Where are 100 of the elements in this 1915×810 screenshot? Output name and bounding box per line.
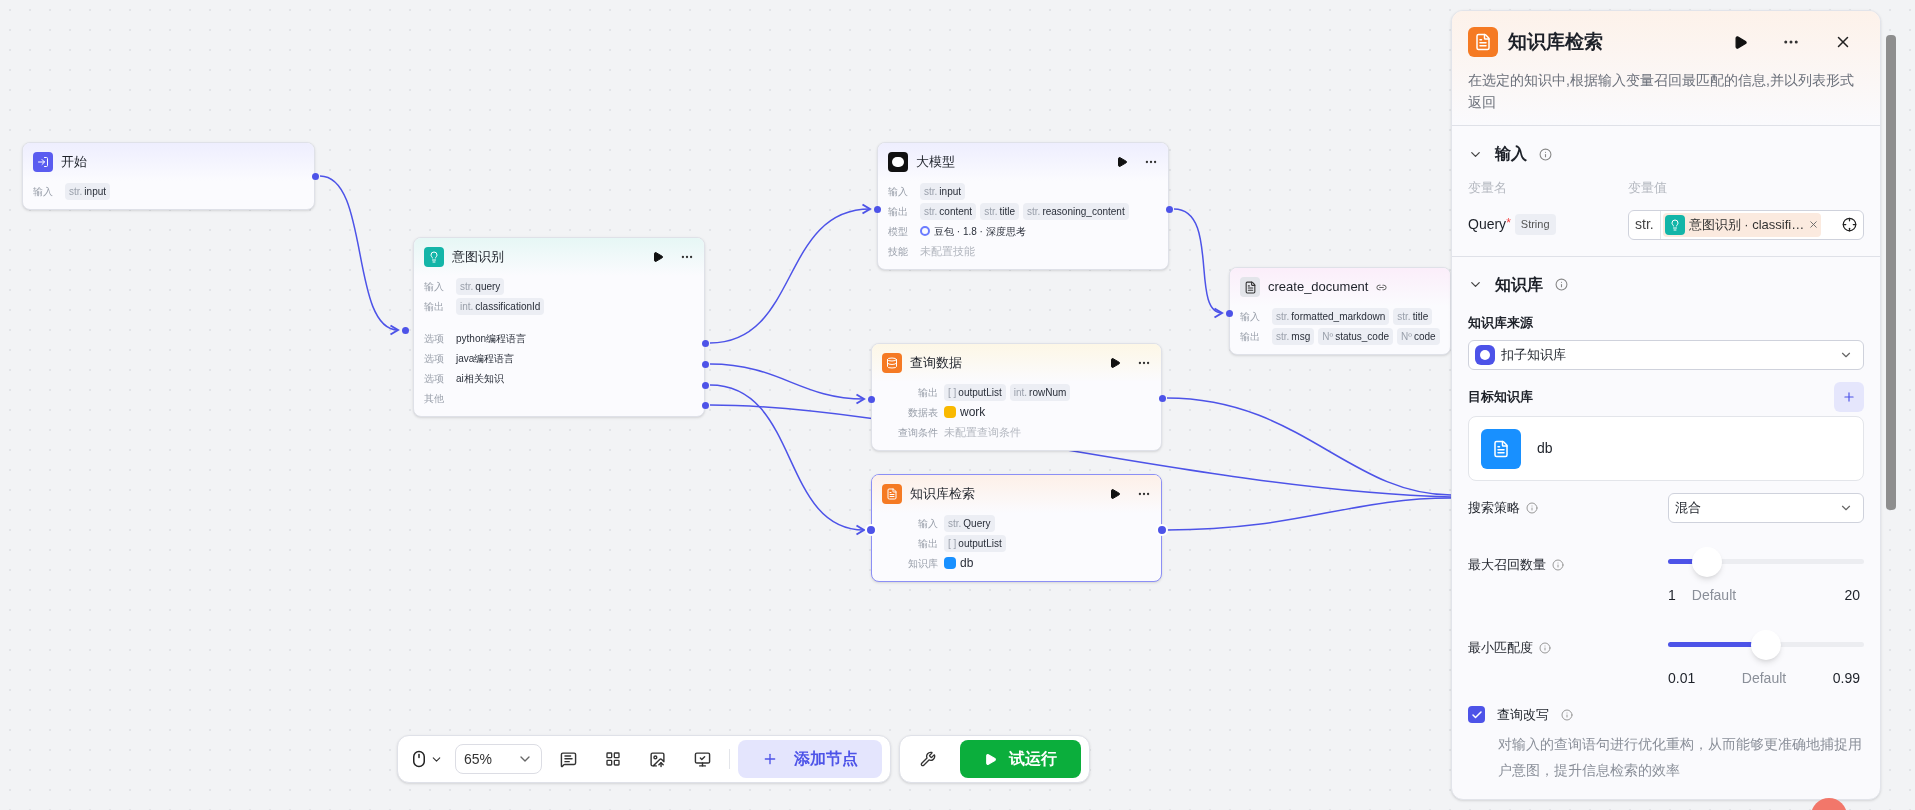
- info-icon: [1539, 147, 1552, 161]
- reference-tag[interactable]: 意图识别 · classifi…: [1662, 212, 1822, 237]
- variable-chip: int. classificationId: [456, 297, 545, 315]
- zoom-select[interactable]: 65%: [455, 744, 542, 774]
- connection-port[interactable]: [701, 339, 709, 347]
- field-label: 最大召回数量: [1468, 556, 1546, 574]
- select-value: 混合: [1675, 499, 1701, 518]
- remove-icon[interactable]: [1808, 219, 1820, 230]
- run-icon[interactable]: [1116, 156, 1128, 168]
- mouse-icon[interactable]: [410, 750, 428, 768]
- connection-port[interactable]: [701, 381, 709, 389]
- connection-port[interactable]: [401, 326, 409, 334]
- slider-default: Default: [1691, 586, 1737, 605]
- wrench-icon[interactable]: [920, 751, 936, 767]
- variable-chip: str. title: [980, 202, 1020, 220]
- option-text: python编程语言: [456, 331, 527, 346]
- variable-chip: str. msg: [1272, 327, 1315, 345]
- workflow-node[interactable]: 知识库检索 输入 str. Query 输出 [ ] outputList 知识库 db: [871, 474, 1162, 582]
- play-icon: [984, 752, 997, 766]
- node-title: 大模型: [916, 153, 955, 172]
- run-icon[interactable]: [1109, 357, 1121, 369]
- comment-icon[interactable]: [560, 750, 577, 768]
- connection-port[interactable]: [311, 172, 319, 180]
- grid-icon[interactable]: [605, 751, 621, 767]
- checkbox[interactable]: [1468, 706, 1485, 724]
- workflow-node[interactable]: 查询数据 输出 [ ] outputList int. rowNum 数据表 work 查询条件 未配置查询条件: [871, 343, 1162, 451]
- section-title: 输入: [1495, 144, 1527, 164]
- connection-port[interactable]: [1225, 309, 1233, 317]
- option-description: 对输入的查询语句进行优化重构，从而能够更准确地捕捉用户意图，提升信息检索的效率: [1498, 734, 1863, 780]
- workflow-node[interactable]: 意图识别 输入 str. query 输出 int. classificationId 选项 python编程语言 选项 java编程语言 选项 ai相关知识 其他: [413, 237, 705, 417]
- strategy-select[interactable]: 混合: [1668, 493, 1864, 523]
- column-header: 变量名: [1468, 179, 1508, 197]
- target-icon[interactable]: [1842, 217, 1857, 232]
- slider[interactable]: [1668, 630, 1864, 660]
- workflow-node[interactable]: create_document 输入 str. formatted_markdown str. title 输出 str. msg Nº status_code Nº code: [1229, 267, 1451, 355]
- variable-chip: str. query: [456, 277, 505, 295]
- connection-port[interactable]: [1165, 205, 1173, 213]
- row-label: 数据表: [907, 405, 938, 420]
- connection-port[interactable]: [701, 360, 709, 368]
- row-label: 技能: [888, 244, 909, 259]
- workflow-node[interactable]: 开始 输入 str. input: [22, 142, 315, 210]
- placeholder-text: 未配置技能: [920, 243, 975, 259]
- select-value: 扣子知识库: [1501, 346, 1566, 365]
- add-node-button[interactable]: 添加节点: [738, 740, 882, 778]
- reference-text: 意图识别 · classifi…: [1688, 215, 1805, 234]
- node-title: create_document: [1268, 278, 1369, 297]
- option-text: ai相关知识: [456, 371, 504, 386]
- slider-default: Default: [1741, 669, 1787, 688]
- info-icon: [1555, 278, 1568, 291]
- row-label: 选项: [424, 331, 445, 346]
- document-icon: [1240, 277, 1260, 297]
- document-icon: [1481, 428, 1521, 469]
- row-label: 其他: [424, 391, 445, 406]
- variable-chip: Nº status_code: [1318, 327, 1394, 345]
- option-text: java编程语言: [456, 351, 515, 366]
- connection-port[interactable]: [867, 395, 875, 403]
- start-icon: [33, 152, 53, 172]
- slider-max: 20: [1844, 586, 1860, 605]
- row-label: 模型: [888, 224, 909, 239]
- row-label: 输入: [33, 184, 54, 199]
- connection-port[interactable]: [865, 524, 877, 536]
- run-icon[interactable]: [1109, 488, 1121, 500]
- image-icon[interactable]: [649, 750, 666, 768]
- workflow-node[interactable]: 大模型 输入 str. input 输出 str. content str. title str. reasoning_content 模型 豆包 · 1.8 · 深度思考 技能 未配置技能: [877, 142, 1169, 270]
- variable-chip: Nº code: [1397, 327, 1440, 345]
- knowledge-base-icon: [944, 557, 956, 569]
- info-icon: [1526, 502, 1538, 514]
- table-name: work: [960, 404, 986, 421]
- table-icon: [944, 406, 956, 418]
- row-label: 输入: [917, 516, 938, 531]
- column-header: 变量值: [1628, 179, 1667, 197]
- connection-port[interactable]: [873, 205, 881, 213]
- run-icon[interactable]: [1733, 34, 1748, 50]
- check-icon: [1470, 708, 1483, 721]
- variable-chip: [ ] outputList: [944, 534, 1006, 552]
- field-label: 知识库来源: [1468, 313, 1534, 332]
- knowledge-base-card[interactable]: db: [1468, 416, 1864, 481]
- info-icon: [1539, 641, 1551, 654]
- variable-value-field[interactable]: str. 意图识别 · classifi…: [1628, 209, 1864, 240]
- row-label: 输入: [1240, 309, 1261, 324]
- type-prefix: str.: [1629, 210, 1661, 239]
- connection-port[interactable]: [1158, 394, 1166, 402]
- knowledge-base-name: db: [960, 555, 974, 572]
- type-tag: String: [1514, 214, 1556, 235]
- row-label: 查询条件: [897, 425, 938, 440]
- required-mark: *: [1506, 215, 1511, 230]
- plus-icon: [1842, 390, 1856, 404]
- run-icon[interactable]: [652, 251, 664, 263]
- variable-chip: str. Query: [944, 514, 995, 532]
- connection-port[interactable]: [701, 401, 709, 409]
- slider[interactable]: [1668, 547, 1864, 577]
- slider-thumb[interactable]: [1692, 547, 1723, 577]
- variable-chip: str. title: [1393, 307, 1433, 325]
- source-select[interactable]: 扣子知识库: [1468, 340, 1864, 370]
- screen-icon[interactable]: [694, 750, 711, 768]
- scrollbar-thumb[interactable]: [1886, 35, 1896, 510]
- slider-thumb[interactable]: [1751, 630, 1781, 660]
- plus-icon: [762, 751, 778, 767]
- variable-chip: str. input: [920, 182, 966, 200]
- field-label: 搜索策略: [1468, 499, 1520, 518]
